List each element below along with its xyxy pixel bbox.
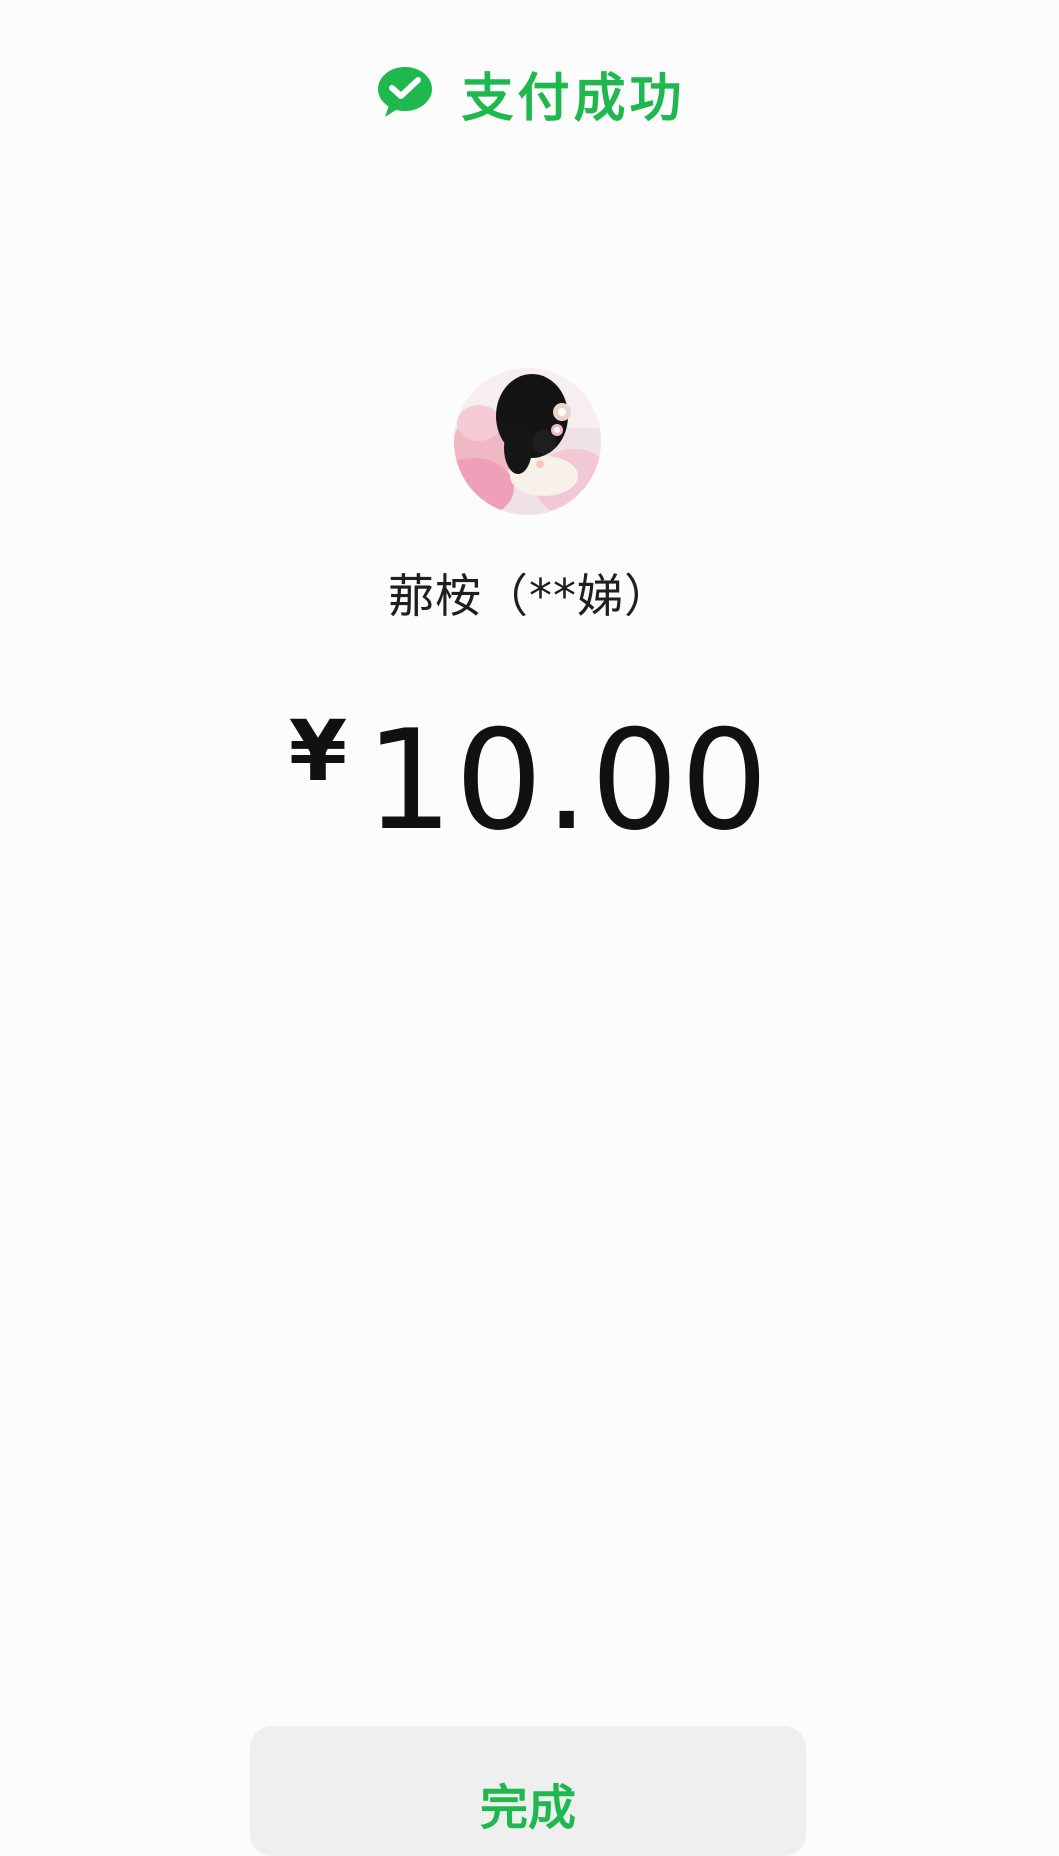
payee-avatar	[454, 368, 601, 515]
payee-name: 𦰡桉（**娣）	[388, 569, 671, 623]
payment-amount: ¥10.00	[0, 700, 1059, 861]
payment-status-header: 支付成功	[0, 58, 1059, 129]
payment-success-title: 支付成功	[461, 68, 686, 129]
wechat-pay-icon	[373, 61, 437, 125]
done-button[interactable]: 完成	[250, 1726, 806, 1856]
amount-value: 10.00	[365, 700, 771, 861]
currency-symbol: ¥	[288, 702, 348, 800]
